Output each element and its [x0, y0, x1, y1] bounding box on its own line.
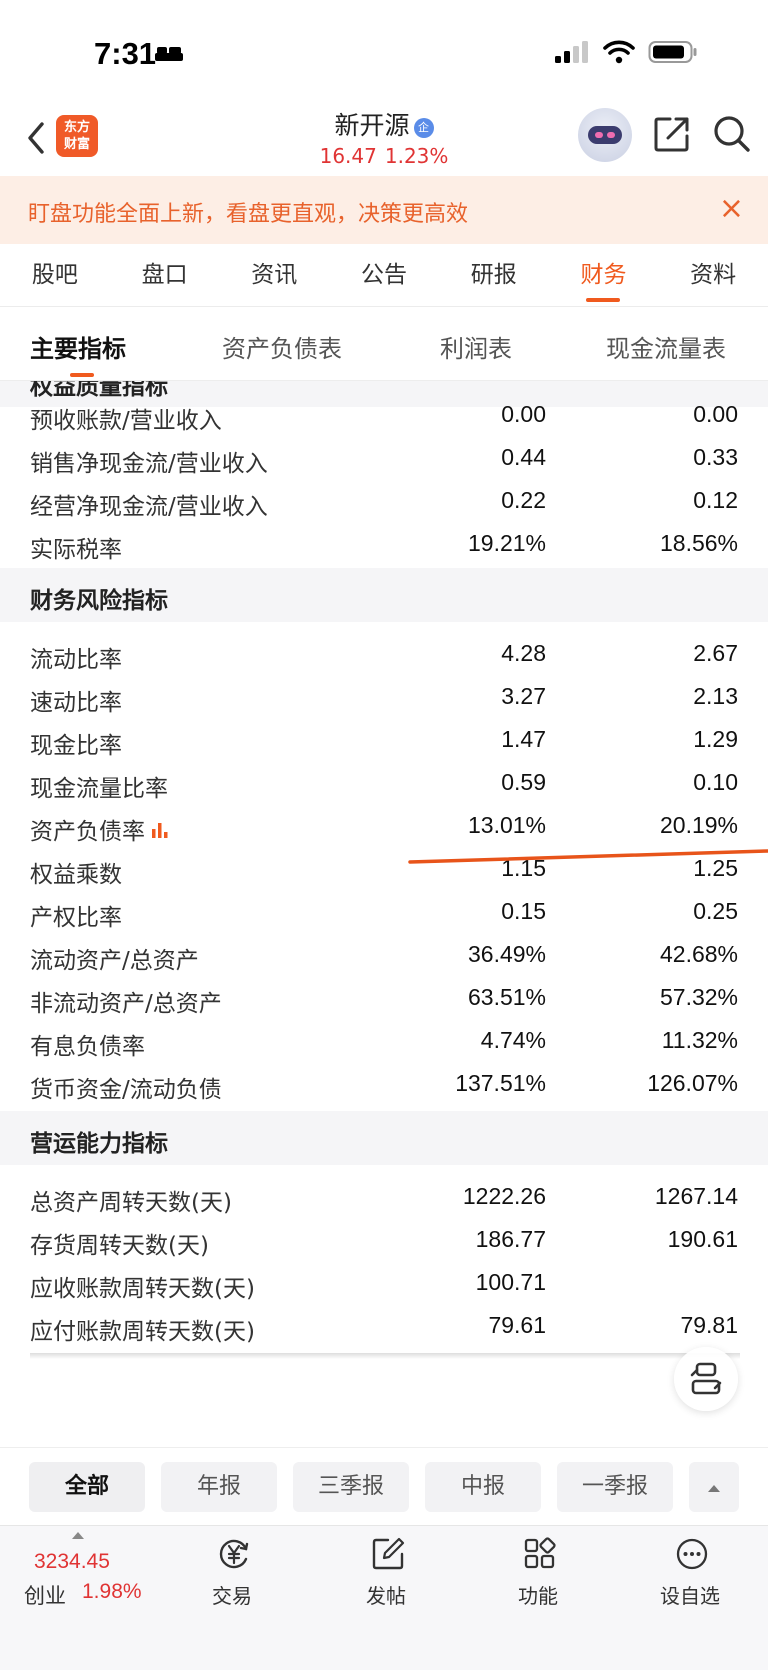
nav-label: 功能 [518, 1584, 558, 1608]
tab-news[interactable]: 资讯 [219, 244, 329, 306]
row-value-col1: 137.51% [455, 1070, 546, 1096]
row-value-col2: 11.32% [661, 1027, 738, 1053]
more-dots-icon [676, 1538, 708, 1570]
tab-announcements[interactable]: 公告 [329, 244, 439, 306]
stock-name: 新开源 [334, 111, 410, 140]
row-value-col2: 126.07% [647, 1070, 738, 1096]
nav-post[interactable]: 发帖 [326, 1526, 446, 1616]
nav-functions[interactable]: 功能 [478, 1526, 598, 1616]
row-value-col1: 186.77 [475, 1226, 546, 1252]
section-title: 营运能力指标 [30, 1131, 168, 1157]
index-ticker[interactable]: 3234.45 创业 1.98% [0, 1526, 150, 1616]
row-label: 有息负债率 [30, 1034, 145, 1060]
swap-icon [690, 1362, 722, 1395]
subtab-cash-flow[interactable]: 现金流量表 [606, 329, 726, 364]
trade-yen-icon [219, 1539, 249, 1569]
table-row: 总资产周转天数(天) 1222.26 1267.14 [0, 1175, 768, 1221]
annotation-line [408, 849, 768, 864]
tab-pankou[interactable]: 盘口 [110, 244, 220, 306]
subtab-balance-sheet[interactable]: 资产负债表 [222, 329, 342, 364]
tab-finance[interactable]: 财务 [549, 244, 659, 306]
table-row: 应付账款周转天数(天) 79.61 79.81 [0, 1304, 768, 1350]
subtab-indicator [70, 373, 94, 377]
main-tabs: 股吧 盘口 资讯 公告 研报 财务 资料 [0, 244, 768, 306]
clipped-row [30, 1353, 740, 1359]
table-row: 存货周转天数(天) 186.77 190.61 [0, 1218, 768, 1264]
filter-annual[interactable]: 年报 [161, 1462, 277, 1512]
ai-assistant-robot-icon[interactable] [578, 108, 632, 162]
row-value-col1: 1222.26 [462, 1183, 546, 1209]
collapse-up-button[interactable] [689, 1462, 739, 1512]
search-icon[interactable] [712, 114, 752, 154]
filter-interim[interactable]: 中报 [425, 1462, 541, 1512]
status-bar: 7:31 [0, 0, 768, 100]
table-row: 有息负债率 4.74% 11.32% [0, 1019, 768, 1065]
stock-price: 16.47 [319, 144, 377, 168]
cellular-signal-icon [555, 41, 588, 63]
grid-apps-icon [524, 1537, 556, 1569]
banner-text: 盯盘功能全面上新，看盘更直观，决策更高效 [28, 202, 469, 227]
tab-profile[interactable]: 资料 [658, 244, 768, 306]
index-value: 3234.45 [34, 1550, 110, 1573]
wifi-icon [603, 40, 635, 64]
nav-trade[interactable]: 交易 [172, 1526, 292, 1616]
tab-research[interactable]: 研报 [439, 244, 549, 306]
row-value-col2: 1267.14 [654, 1183, 738, 1209]
nav-label: 发帖 [366, 1584, 406, 1608]
row-value-col2: 57.32% [659, 984, 738, 1010]
enterprise-badge-icon: 企 [413, 118, 434, 138]
filter-all[interactable]: 全部 [29, 1462, 145, 1512]
row-label: 应付账款周转天数(天) [30, 1319, 255, 1345]
bed-icon [155, 47, 183, 61]
report-period-filter: 全部 年报 三季报 中报 一季报 [0, 1447, 768, 1525]
battery-icon [648, 41, 697, 63]
edit-icon [372, 1537, 405, 1570]
row-label: 应收账款周转天数(天) [30, 1276, 255, 1302]
stock-change-pct: 1.23% [384, 144, 449, 168]
finance-subtabs: 主要指标 资产负债表 利润表 现金流量表 [0, 307, 768, 381]
subtab-key-indicators[interactable]: 主要指标 [30, 329, 126, 364]
nav-label: 交易 [212, 1584, 252, 1608]
share-icon[interactable] [652, 114, 692, 154]
row-value-col2: 190.61 [667, 1226, 738, 1252]
nav-label: 设自选 [660, 1584, 720, 1608]
subtab-income-statement[interactable]: 利润表 [440, 329, 512, 364]
caret-up-icon [72, 1532, 84, 1539]
row-label: 存货周转天数(天) [30, 1233, 209, 1259]
row-label: 货币资金/流动负债 [30, 1077, 222, 1103]
row-value-col1: 63.51% [467, 984, 546, 1010]
filter-q3[interactable]: 三季报 [293, 1462, 409, 1512]
status-time: 7:31 [94, 36, 157, 71]
filter-q1[interactable]: 一季报 [557, 1462, 673, 1512]
caret-up-icon [708, 1485, 720, 1492]
stock-header: 东方 财富 新开源企 16.47 1.23% [0, 100, 768, 176]
row-value-col1: 79.61 [488, 1312, 546, 1338]
switch-view-button[interactable] [674, 1347, 738, 1411]
index-name: 创业 [24, 1584, 66, 1608]
table-row: 货币资金/流动负债 137.51% 126.07% [0, 1062, 768, 1108]
row-label: 总资产周转天数(天) [30, 1190, 232, 1216]
table-row: 应收账款周转天数(天) 100.71 [0, 1261, 768, 1307]
nav-watchlist[interactable]: 设自选 [630, 1526, 750, 1616]
row-value-col2: 79.81 [680, 1312, 738, 1338]
close-icon[interactable]: × [719, 194, 744, 224]
promo-banner[interactable]: 盯盘功能全面上新，看盘更直观，决策更高效 × [0, 176, 768, 244]
table-row: 非流动资产/总资产 63.51% 57.32% [0, 976, 768, 1022]
row-value-col1: 4.74% [480, 1027, 546, 1053]
section-header-operating-capacity: 营运能力指标 [0, 1111, 768, 1165]
indicator-table[interactable]: 权益质量指标 预收账款/营业收入 0.00 0.00 销售净现金流/营业收入 0… [0, 381, 768, 1447]
bottom-nav: 3234.45 创业 1.98% 交易 发帖 功能 设自选 [0, 1525, 768, 1670]
tab-guba[interactable]: 股吧 [0, 244, 110, 306]
index-change: 1.98% [82, 1580, 142, 1603]
row-label: 非流动资产/总资产 [30, 991, 222, 1017]
row-value-col1: 100.71 [475, 1269, 546, 1295]
